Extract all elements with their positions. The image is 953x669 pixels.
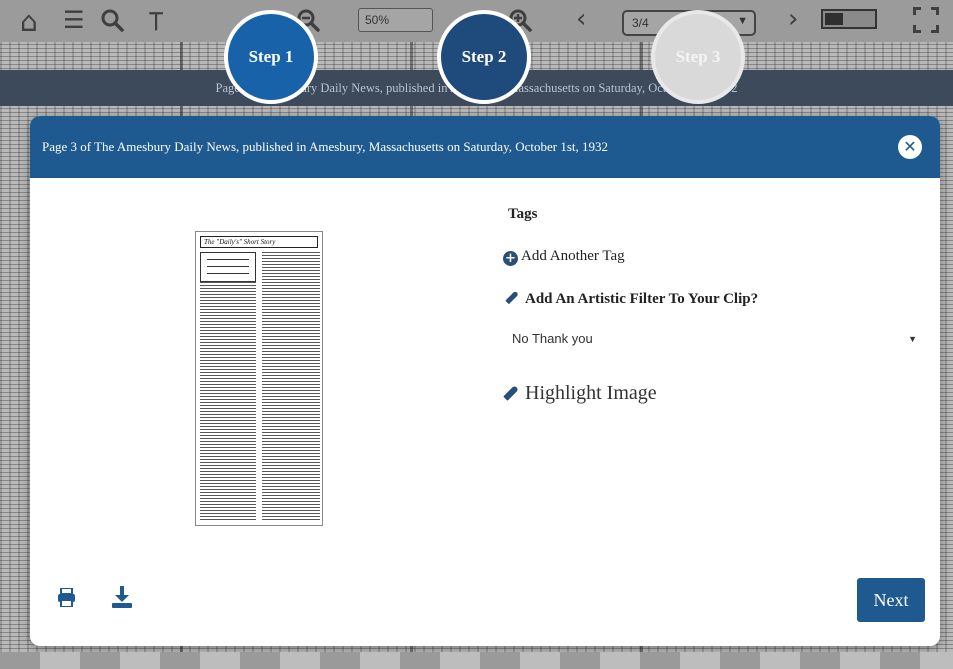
highlight-image-label: Highlight Image: [525, 382, 657, 404]
brush-icon: [505, 290, 519, 305]
search-icon[interactable]: [100, 8, 124, 36]
clip-headline: The "Daily's" Short Story: [200, 236, 318, 248]
highlight-image-button[interactable]: Highlight Image: [503, 382, 657, 405]
chevron-down-icon: ▼: [908, 334, 917, 344]
next-page-icon[interactable]: ›: [788, 4, 798, 34]
list-icon[interactable]: ☰: [63, 8, 85, 32]
close-icon[interactable]: ✕: [898, 135, 922, 159]
artistic-filter-heading: Add An Artistic Filter To Your Clip?: [505, 290, 759, 308]
chevron-down-icon: ▼: [737, 15, 748, 27]
tags-heading: Tags: [508, 206, 538, 222]
contrast-toggle[interactable]: [821, 9, 877, 29]
clip-text-column: [262, 252, 320, 521]
page-select-value: 3/4: [632, 16, 649, 30]
toggle-knob: [825, 13, 843, 25]
download-icon[interactable]: [112, 586, 132, 608]
add-tag-button[interactable]: + Add Another Tag: [503, 248, 625, 266]
step-2-indicator: Step 2: [437, 10, 531, 104]
fullscreen-icon[interactable]: [913, 7, 939, 33]
print-icon[interactable]: [58, 587, 75, 608]
plus-circle-icon: +: [503, 251, 518, 266]
zoom-level-input[interactable]: 50%: [358, 8, 433, 32]
artistic-filter-label: Add An Artistic Filter To Your Clip?: [525, 291, 759, 307]
highlighter-icon: [503, 385, 519, 401]
next-button[interactable]: Next: [857, 578, 925, 622]
modal-title: Page 3 of The Amesbury Daily News, publi…: [42, 139, 609, 154]
step-1-indicator: Step 1: [224, 10, 318, 104]
clip-text-column: [200, 252, 256, 521]
clip-byline-box: [200, 252, 256, 282]
add-tag-label: Add Another Tag: [521, 248, 625, 264]
clip-preview: The "Daily's" Short Story: [195, 231, 323, 526]
artistic-filter-select[interactable]: No Thank you ▼: [503, 324, 917, 354]
newspaper-bottom-strip: [0, 652, 953, 669]
home-icon[interactable]: ⌂: [20, 5, 38, 38]
crop-icon[interactable]: ⟙: [149, 8, 163, 36]
clip-modal: Page 3 of The Amesbury Daily News, publi…: [30, 116, 940, 646]
filter-select-value: No Thank you: [512, 331, 593, 346]
prev-page-icon[interactable]: ‹: [576, 4, 586, 34]
modal-header: Page 3 of The Amesbury Daily News, publi…: [30, 116, 940, 178]
step-3-indicator: Step 3: [651, 10, 745, 104]
